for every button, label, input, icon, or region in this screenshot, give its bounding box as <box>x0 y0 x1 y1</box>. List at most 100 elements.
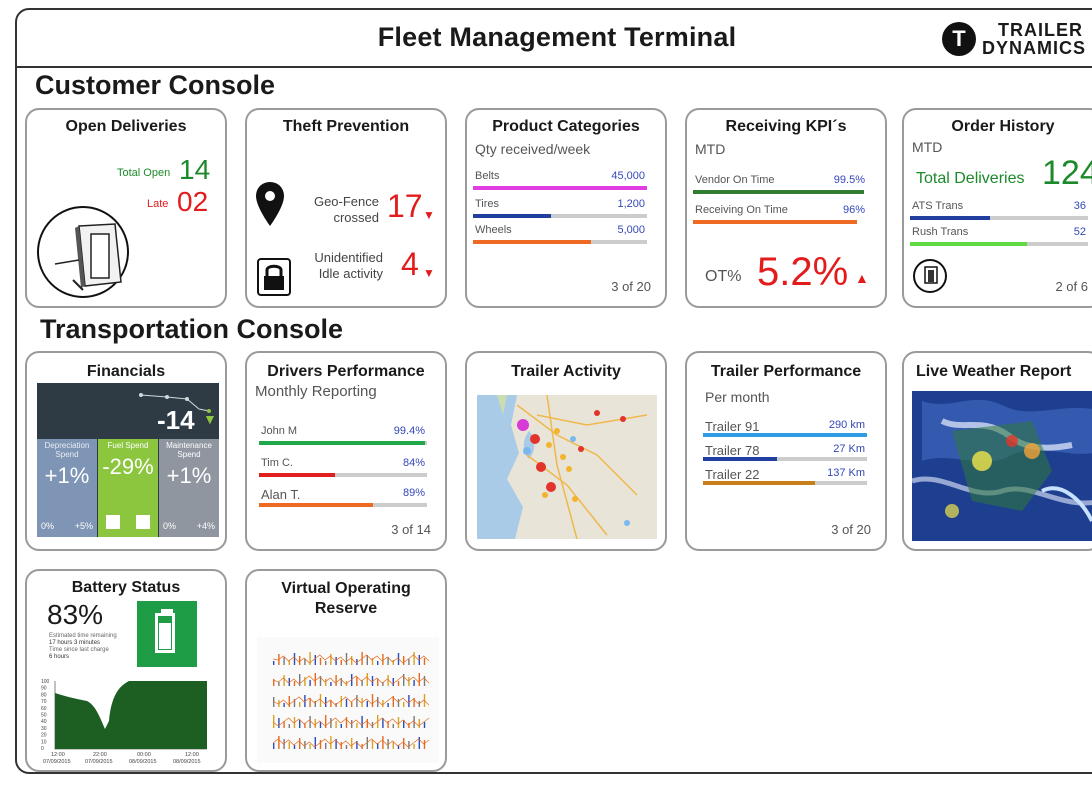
pager[interactable]: 3 of 14 <box>391 522 431 537</box>
x-tick: 00:00 <box>137 752 151 758</box>
vor-bar <box>345 745 348 749</box>
idle-label: Unidentified <box>314 250 383 265</box>
x-tick: 22:00 <box>93 752 107 758</box>
x-date: 07/09/2015 <box>85 759 113 765</box>
receiving-kpi-card[interactable]: Receiving KPI´s MTD Vendor On Time 99.5%… <box>685 108 887 308</box>
vor-bar <box>330 718 332 728</box>
vor-bar <box>408 741 410 749</box>
card-subtitle: Per month <box>705 389 770 405</box>
y-tick: 0 <box>41 746 44 752</box>
vor-bar <box>397 717 400 728</box>
y-tick: 10 <box>41 739 47 745</box>
vor-bar <box>288 696 290 707</box>
vor-bar <box>408 677 410 686</box>
battery-line-2: 17 hours 3 minutes <box>49 640 101 646</box>
pager[interactable]: 3 of 20 <box>611 279 651 294</box>
card-title: Order History <box>951 118 1055 135</box>
logo-mark-icon: T <box>942 22 976 56</box>
logo-line-2: DYNAMICS <box>982 38 1087 58</box>
financials-card[interactable]: Financials -14 ▼ Depreciation Spend +1% … <box>25 351 227 551</box>
trailer-performance-card[interactable]: Trailer Performance Per month Trailer 91… <box>685 351 887 551</box>
vor-bar <box>418 719 420 728</box>
vor-bar <box>309 680 311 686</box>
vor-bar <box>299 702 301 707</box>
vor-bar <box>423 740 426 749</box>
vor-bar <box>273 715 275 728</box>
vor-bar <box>392 678 394 686</box>
vor-bar <box>314 673 316 686</box>
total-open-label: Total Open <box>117 167 171 179</box>
vor-bar <box>330 736 332 749</box>
battery-line-1: Estimated time remaining <box>49 633 117 639</box>
vor-bar <box>314 719 316 728</box>
card-title: Product Categories <box>492 118 640 135</box>
vor-bar <box>319 658 322 665</box>
weather-card[interactable]: Live Weather Report <box>902 351 1092 551</box>
virtual-operating-reserve-card[interactable]: Virtual Operating Reserve <box>245 569 447 772</box>
product-categories-card[interactable]: Product Categories Qty received/week Bel… <box>465 108 667 308</box>
idle-label-2: Idle activity <box>318 266 383 281</box>
geo-fence-value: 17 <box>387 188 423 224</box>
y-tick: 30 <box>41 726 47 732</box>
vor-bar <box>366 673 368 686</box>
battery-chart: 1009080706050403020100 12:00 22:00 00:00… <box>41 679 207 765</box>
vor-bar <box>377 679 379 686</box>
vor-bar <box>314 655 316 665</box>
financials-panel: -14 ▼ Depreciation Spend +1% 0% +5% Fuel… <box>37 383 219 537</box>
vor-bar <box>366 719 368 728</box>
pager[interactable]: 2 of 6 <box>1055 279 1088 294</box>
vor-bar <box>299 720 301 728</box>
drivers-performance-card[interactable]: Drivers Performance Monthly Reporting Jo… <box>245 351 447 551</box>
open-deliveries-card[interactable]: Open Deliveries Total Open 14 Late 02 <box>25 108 227 308</box>
financial-tile-depreciation: Depreciation Spend +1% 0% +5% <box>37 439 97 537</box>
vor-bar <box>299 738 301 749</box>
up-arrow-icon: ▲ <box>855 270 869 286</box>
weather-map[interactable] <box>912 391 1092 541</box>
vor-bar <box>340 696 342 707</box>
vor-bar <box>382 736 384 749</box>
vor-bar <box>356 677 358 686</box>
total-deliveries-value: 124 <box>1042 154 1092 192</box>
battery-status-card[interactable]: Battery Status 83% Estimated time remain… <box>25 569 227 772</box>
trailer-activity-card[interactable]: Trailer Activity <box>465 351 667 551</box>
card-title: Open Deliveries <box>65 118 187 135</box>
vor-bar <box>423 676 426 686</box>
fuel-icon <box>106 515 120 529</box>
theft-prevention-card[interactable]: Theft Prevention Geo-Fence crossed 17 ▼ … <box>245 108 447 308</box>
card-subtitle: MTD <box>695 141 726 157</box>
down-arrow-icon: ▼ <box>423 208 435 222</box>
y-tick: 40 <box>41 719 47 725</box>
card-title: Drivers Performance <box>267 363 425 380</box>
late-value: 02 <box>177 186 209 217</box>
vor-chart <box>257 637 439 763</box>
vor-bar <box>278 736 280 749</box>
vor-bar <box>325 661 327 665</box>
vor-bar <box>356 695 358 707</box>
vor-bar <box>356 723 358 728</box>
trailer-icon <box>913 259 947 293</box>
vor-bar <box>423 658 426 665</box>
vor-bar <box>382 700 384 707</box>
ot-label: OT% <box>705 268 742 285</box>
vor-bar <box>397 699 400 707</box>
order-history-card[interactable]: Order History MTD Total Deliveries 124 A… <box>902 108 1092 308</box>
company-logo: T TRAILER DYNAMICS <box>942 18 1092 62</box>
financial-tile-fuel: Fuel Spend -29% <box>98 439 158 537</box>
vor-bar <box>293 745 296 749</box>
vor-bar <box>351 738 353 749</box>
trailer-map[interactable] <box>477 395 657 539</box>
pager[interactable]: 3 of 20 <box>831 522 871 537</box>
card-title: Trailer Performance <box>710 363 862 380</box>
vor-bar <box>330 654 332 665</box>
card-subtitle: MTD <box>912 139 943 155</box>
x-date: 07/09/2015 <box>43 759 71 765</box>
vor-bar <box>413 680 415 686</box>
card-title: Receiving KPI´s <box>725 118 847 135</box>
vor-bar <box>283 657 285 665</box>
y-tick: 90 <box>41 686 47 692</box>
fuel-icon <box>136 515 150 529</box>
transportation-console-title: Transportation Console <box>40 314 344 344</box>
vor-bar <box>299 656 301 665</box>
down-arrow-icon: ▼ <box>423 266 435 280</box>
vor-bar <box>330 682 332 686</box>
